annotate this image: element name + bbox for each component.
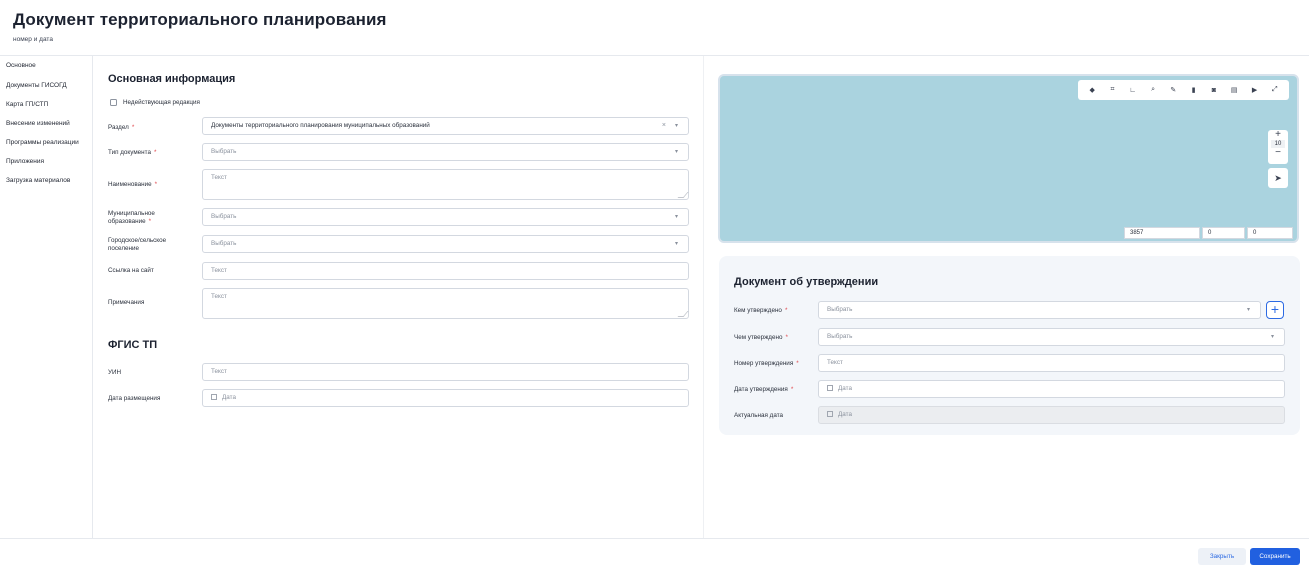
- chevron-down-icon: ▾: [1270, 334, 1274, 340]
- chevron-down-icon: ▾: [674, 214, 678, 220]
- placement-date-label: Дата размещения: [108, 395, 161, 402]
- main-info-title: Основная информация: [108, 73, 236, 85]
- add-approver-button[interactable]: +: [1266, 301, 1284, 319]
- page-title: Документ территориального планирования: [13, 10, 387, 29]
- fullscreen-icon[interactable]: ⤢: [1268, 86, 1282, 94]
- sidebar-item-upload[interactable]: Загрузка материалов: [6, 177, 70, 184]
- coords-bar: 3857 0 0: [1124, 227, 1293, 239]
- municipality-select[interactable]: Выбрать ▾: [202, 208, 689, 226]
- doc-type-select[interactable]: Выбрать ▾: [202, 143, 689, 161]
- coord-y-field[interactable]: 0: [1247, 227, 1293, 239]
- sidebar-item-changes[interactable]: Внесение изменений: [6, 120, 70, 127]
- sidebar-item-attachments[interactable]: Приложения: [6, 158, 44, 165]
- chevron-down-icon: ▾: [674, 149, 678, 155]
- approval-number-input[interactable]: Текст: [818, 354, 1285, 372]
- approved-by-select[interactable]: Выбрать ▾: [818, 301, 1261, 319]
- name-label: Наименование *: [108, 181, 158, 188]
- clear-icon[interactable]: ×: [662, 118, 666, 134]
- pencil-icon[interactable]: ✎: [1166, 86, 1180, 94]
- invalid-edition-label: Недействующая редакция: [123, 99, 200, 106]
- actual-date-label: Актуальная дата: [734, 412, 784, 419]
- page-header: Документ территориального планирования н…: [0, 0, 1309, 56]
- chevron-down-icon: ▾: [674, 123, 678, 129]
- invalid-edition-checkbox[interactable]: [110, 99, 117, 106]
- approved-with-select[interactable]: Выбрать ▾: [818, 328, 1285, 346]
- actual-date-input: Дата: [818, 406, 1285, 424]
- map-view[interactable]: ◆ ⌗ ∟ ⌕ ✎ ▮ ◙ ▤ ▶ ⤢ + 10 − ➤ 3857 0 0: [718, 74, 1299, 243]
- municipality-label: Муниципальное образование *: [108, 210, 155, 225]
- footer: [0, 538, 1309, 566]
- layers-icon[interactable]: ◆: [1085, 86, 1099, 94]
- website-input[interactable]: Текст: [202, 262, 689, 280]
- close-button[interactable]: Закрыть: [1198, 548, 1246, 565]
- sidebar-item-gisogd-docs[interactable]: Документы ГИСОГД: [6, 82, 67, 89]
- chevron-down-icon: ▾: [1246, 307, 1250, 313]
- doc-type-label: Тип документа *: [108, 149, 157, 156]
- notes-textarea[interactable]: Текст: [202, 288, 689, 319]
- print-icon[interactable]: ▤: [1227, 86, 1241, 94]
- invalid-edition-checkbox-row[interactable]: Недействующая редакция: [110, 99, 200, 106]
- zoom-in-button[interactable]: +: [1268, 130, 1288, 140]
- export-icon[interactable]: ▶: [1248, 86, 1262, 94]
- sidebar-item-map[interactable]: Карта ГП/СТП: [6, 101, 48, 108]
- calendar-icon: [827, 385, 833, 391]
- zoom-out-button[interactable]: −: [1268, 148, 1288, 158]
- camera-icon[interactable]: ◙: [1207, 87, 1221, 94]
- map-toolbar: ◆ ⌗ ∟ ⌕ ✎ ▮ ◙ ▤ ▶ ⤢: [1078, 80, 1289, 100]
- approval-number-label: Номер утверждения *: [734, 360, 799, 367]
- sidebar-item-main[interactable]: Основное: [6, 62, 36, 69]
- approved-with-label: Чем утверждено *: [734, 334, 788, 341]
- approved-by-label: Кем утверждено *: [734, 307, 788, 314]
- crs-field[interactable]: 3857: [1124, 227, 1200, 239]
- settlement-select[interactable]: Выбрать ▾: [202, 235, 689, 253]
- sidebar-item-programs[interactable]: Программы реализации: [6, 139, 79, 146]
- website-label: Ссылка на сайт: [108, 267, 154, 274]
- coord-x-field[interactable]: 0: [1202, 227, 1245, 239]
- uin-label: УИН: [108, 369, 122, 376]
- approval-date-label: Дата утверждения *: [734, 386, 794, 393]
- ruler-icon[interactable]: ∟: [1126, 87, 1140, 94]
- locate-icon[interactable]: ➤: [1268, 168, 1288, 188]
- name-textarea[interactable]: Текст: [202, 169, 689, 200]
- frame-icon[interactable]: ⌗: [1105, 86, 1119, 94]
- placement-date-input[interactable]: Дата: [202, 389, 689, 407]
- approval-date-input[interactable]: Дата: [818, 380, 1285, 398]
- resize-handle-icon[interactable]: [677, 192, 689, 198]
- page-subtitle: номер и дата: [13, 36, 53, 43]
- section-label: Раздел *: [108, 124, 135, 131]
- zoom-control: + 10 −: [1268, 130, 1288, 164]
- save-button[interactable]: Сохранить: [1250, 548, 1300, 565]
- calendar-icon: [827, 411, 833, 417]
- fgis-title: ФГИС ТП: [108, 339, 158, 351]
- search-icon[interactable]: ⌕: [1146, 86, 1160, 94]
- notes-label: Примечания: [108, 299, 145, 306]
- calendar-icon: [211, 394, 217, 400]
- uin-input[interactable]: Текст: [202, 363, 689, 381]
- approval-title: Документ об утверждении: [734, 276, 879, 288]
- settlement-label: Городское/сельское поселение: [108, 237, 167, 252]
- sidebar: Основное Документы ГИСОГД Карта ГП/СТП В…: [0, 56, 93, 538]
- trash-icon[interactable]: ▮: [1187, 86, 1201, 94]
- resize-handle-icon[interactable]: [677, 311, 689, 317]
- section-select[interactable]: Документы территориального планирования …: [202, 117, 689, 135]
- chevron-down-icon: ▾: [674, 241, 678, 247]
